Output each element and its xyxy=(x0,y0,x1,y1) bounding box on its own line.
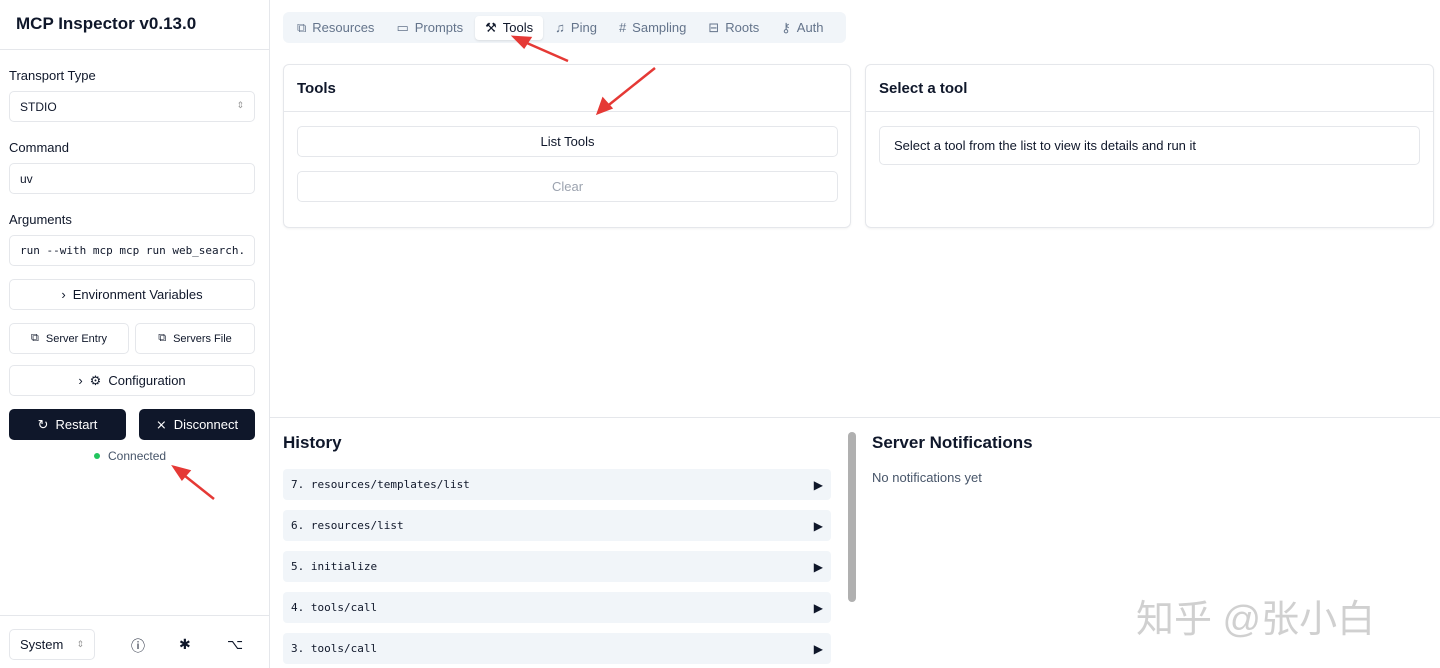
clear-button[interactable]: Clear xyxy=(297,171,838,202)
env-vars-label: Environment Variables xyxy=(72,287,203,302)
list-tools-button[interactable]: List Tools xyxy=(297,126,838,157)
copy-icon: ⧉ xyxy=(31,332,39,344)
chevron-updown-icon: ⇕ xyxy=(76,639,84,649)
transport-value: STDIO xyxy=(20,100,57,114)
arguments-input[interactable]: run --with mcp mcp run web_search. xyxy=(9,235,255,266)
key-icon: ⚷ xyxy=(781,19,791,35)
bug-icon[interactable]: ✱ xyxy=(179,636,191,653)
app-title: MCP Inspector v0.13.0 xyxy=(0,0,269,50)
tab-label: Ping xyxy=(570,20,597,35)
command-input[interactable]: uv xyxy=(9,163,255,194)
tab-bar: ⧉ Resources ▭ Prompts ⚒ Tools ♫ Ping # Sampling ⊟ R… xyxy=(283,12,846,43)
unplug-icon: ⨯ xyxy=(155,416,167,432)
command-label: Command xyxy=(9,140,69,155)
tools-title: Tools xyxy=(284,65,850,112)
watermark: 知乎 @张小白 xyxy=(1136,599,1376,641)
hash-icon: # xyxy=(618,20,627,35)
history-item[interactable]: 5. initialize ▶ xyxy=(283,551,831,582)
tab-sampling[interactable]: # Sampling xyxy=(609,16,696,39)
bell-icon: ♫ xyxy=(555,20,565,35)
play-icon[interactable]: ▶ xyxy=(814,642,823,656)
tab-resources[interactable]: ⧉ Resources xyxy=(287,16,384,40)
env-vars-button[interactable]: › Environment Variables xyxy=(9,279,255,310)
tab-roots[interactable]: ⊟ Roots xyxy=(698,16,769,40)
hammer-icon: ⚒ xyxy=(485,19,497,35)
history-item-label: 6. resources/list xyxy=(291,519,404,532)
github-icon[interactable]: ⌥ xyxy=(227,636,243,653)
tab-label: Sampling xyxy=(632,20,687,35)
disconnect-button[interactable]: ⨯ Disconnect xyxy=(139,409,255,440)
help-icon[interactable]: ⓘ xyxy=(131,636,145,656)
sidebar: MCP Inspector v0.13.0 Transport Type STD… xyxy=(0,0,270,668)
history-title: History xyxy=(283,433,342,452)
resize-divider[interactable] xyxy=(270,417,1440,418)
disconnect-label: Disconnect xyxy=(173,417,239,432)
play-icon[interactable]: ▶ xyxy=(814,560,823,574)
history-item[interactable]: 6. resources/list ▶ xyxy=(283,510,831,541)
tab-label: Tools xyxy=(502,20,534,35)
chevron-updown-icon: ⇕ xyxy=(236,100,244,110)
detail-title: Select a tool xyxy=(866,65,1433,112)
tab-label: Resources xyxy=(312,20,375,35)
copy-icon: ⧉ xyxy=(158,332,167,344)
tab-prompts[interactable]: ▭ Prompts xyxy=(386,16,473,40)
copy-icon: ⧉ xyxy=(297,19,307,35)
configuration-label: Configuration xyxy=(108,373,186,388)
tab-ping[interactable]: ♫ Ping xyxy=(545,16,607,39)
play-icon[interactable]: ▶ xyxy=(814,478,823,492)
chevron-right-icon: › xyxy=(78,373,83,388)
history-item-label: 7. resources/templates/list xyxy=(291,478,470,491)
status-dot xyxy=(94,453,100,459)
theme-select[interactable]: System ⇕ xyxy=(9,629,95,660)
transport-label: Transport Type xyxy=(9,68,96,83)
tab-label: Auth xyxy=(796,20,824,35)
restart-icon: ↻ xyxy=(37,416,49,432)
history-item-label: 3. tools/call xyxy=(291,642,378,655)
server-entry-button[interactable]: ⧉ Server Entry xyxy=(9,323,129,354)
arguments-label: Arguments xyxy=(9,212,72,227)
notifications-title: Server Notifications xyxy=(872,433,1033,452)
transport-select[interactable]: STDIO ⇕ xyxy=(9,91,255,122)
detail-message: Select a tool from the list to view its … xyxy=(879,126,1420,165)
message-icon: ▭ xyxy=(396,19,409,35)
server-entry-label: Server Entry xyxy=(45,332,107,345)
servers-file-label: Servers File xyxy=(173,332,232,345)
history-scrollbar[interactable] xyxy=(848,422,856,668)
theme-value: System xyxy=(20,637,64,652)
tab-tools[interactable]: ⚒ Tools xyxy=(475,15,544,40)
chevron-right-icon: › xyxy=(61,287,66,302)
tab-label: Prompts xyxy=(414,20,464,35)
history-item-label: 5. initialize xyxy=(291,560,378,573)
arrow-to-tools-tab xyxy=(519,38,569,63)
history-item-label: 4. tools/call xyxy=(291,601,378,614)
status-text: Connected xyxy=(108,449,167,463)
history-item[interactable]: 7. resources/templates/list ▶ xyxy=(283,469,831,500)
notifications-empty: No notifications yet xyxy=(872,470,982,485)
history-item[interactable]: 4. tools/call ▶ xyxy=(283,592,831,623)
configuration-button[interactable]: › ⚙ Configuration xyxy=(9,365,255,396)
tab-label: Roots xyxy=(725,20,760,35)
play-icon[interactable]: ▶ xyxy=(814,601,823,615)
tab-auth[interactable]: ⚷ Auth xyxy=(771,16,833,40)
play-icon[interactable]: ▶ xyxy=(814,519,823,533)
connection-status: Connected xyxy=(94,449,166,463)
gear-icon: ⚙ xyxy=(89,372,102,388)
tool-detail-panel: Select a tool Select a tool from the lis… xyxy=(865,64,1434,228)
restart-label: Restart xyxy=(55,417,98,432)
restart-button[interactable]: ↻ Restart xyxy=(9,409,126,440)
history-item[interactable]: 3. tools/call ▶ xyxy=(283,633,831,664)
tools-panel: Tools List Tools Clear xyxy=(283,64,851,228)
servers-file-button[interactable]: ⧉ Servers File xyxy=(135,323,255,354)
folder-tree-icon: ⊟ xyxy=(708,19,720,35)
